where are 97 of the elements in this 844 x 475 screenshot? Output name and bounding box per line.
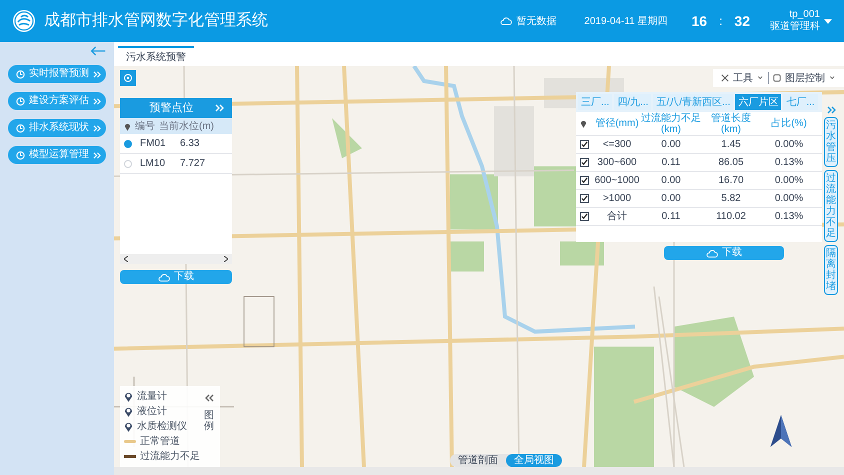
table-cell-text: 0.11	[660, 156, 682, 170]
caret-icon[interactable]	[824, 18, 832, 24]
user-name[interactable]: tp_001	[789, 9, 820, 21]
legend-label: 水质检测仪	[137, 420, 187, 434]
side-tab[interactable]: 过流能力不足	[824, 170, 838, 242]
chevron-icon	[93, 124, 101, 132]
legend-label: 正常管道	[140, 434, 180, 449]
caret-icon[interactable]	[829, 76, 836, 80]
table-cell-text: 5.82	[720, 192, 742, 206]
scroll-left-icon[interactable]	[124, 256, 128, 262]
pin-icon	[580, 119, 587, 128]
download-button[interactable]: 下载	[120, 270, 232, 284]
table-cell-text: 600~1000	[594, 174, 640, 188]
table-cell-text: 0.11	[660, 210, 682, 224]
map-pin-icon	[124, 391, 133, 402]
tab[interactable]: 三厂...	[578, 94, 612, 110]
side-tab[interactable]: 污水管压	[824, 117, 838, 167]
table-cell-text: 0.13%	[774, 156, 804, 170]
pin-icon	[124, 122, 131, 130]
department-text: 驱道管理科	[770, 21, 820, 33]
table-cell-text: 1.45	[720, 138, 742, 152]
table-cell-text: 0.13%	[774, 210, 804, 224]
column-header: 占比(%)	[770, 118, 808, 129]
checkbox[interactable]	[580, 194, 589, 203]
layers-icon[interactable]	[773, 74, 781, 82]
column-header: 管径(mm)	[594, 118, 640, 129]
tab[interactable]: 五/八/青新西区...	[653, 94, 734, 110]
cloud-icon	[158, 272, 170, 282]
tab[interactable]: 四/九...	[614, 94, 652, 110]
legend-label: 流量计	[137, 390, 167, 404]
column-header: 过流能力不足(km)	[640, 112, 702, 134]
radio-button[interactable]	[124, 160, 132, 168]
view-toggle[interactable]: 管道剖面	[450, 454, 506, 467]
clock-separator: :	[719, 13, 722, 30]
radio-button[interactable]	[124, 140, 132, 148]
locate-button[interactable]	[120, 70, 136, 86]
north-arrow-icon	[770, 415, 792, 447]
table-cell-text: 0.00%	[774, 138, 804, 152]
download-button[interactable]: 下载	[664, 246, 784, 260]
legend-label: 液位计	[137, 404, 167, 419]
panel-title: 预警点位	[148, 100, 194, 116]
table-cell-text: >1000	[602, 192, 632, 206]
clock-hour: 16	[692, 12, 708, 30]
view-toggle[interactable]: 全局视图	[506, 454, 562, 467]
table-cell-text: 合计	[606, 210, 628, 224]
menu-button[interactable]: 建设方案评估	[8, 92, 106, 110]
table-cell-text: 110.02	[715, 210, 747, 224]
weather-text: 暂无数据	[516, 14, 556, 28]
menu-button[interactable]: 实时报警预测	[8, 65, 106, 83]
app-title: 成都市排水管网数字化管理系统	[44, 10, 268, 31]
checkbox[interactable]	[580, 176, 589, 185]
cloud-icon	[706, 248, 718, 258]
table-cell-text: <=300	[602, 138, 632, 152]
legend-title: 图例	[204, 410, 214, 432]
expand-icon[interactable]	[826, 106, 836, 114]
chevron-icon	[93, 152, 101, 158]
menu-button[interactable]: 排水系统现状	[8, 119, 106, 137]
table-cell-text: 7.727	[180, 157, 206, 171]
table-cell-text: 16.70	[717, 174, 745, 188]
table-cell-text: 86.05	[717, 156, 745, 170]
checkbox[interactable]	[580, 140, 589, 149]
layers-dropdown[interactable]: 图层控制	[785, 70, 825, 86]
tab[interactable]: 六厂片区	[735, 94, 782, 110]
caret-icon[interactable]	[757, 76, 764, 80]
table-row[interactable]: LM10 7.727	[120, 154, 232, 174]
scroll-bar[interactable]	[120, 254, 232, 264]
target-icon	[123, 73, 133, 83]
column-header: 当前水位(m)	[159, 120, 214, 134]
table-row[interactable]: FM01 6.33	[120, 134, 232, 154]
column-header: 管道长度(km)	[710, 112, 752, 134]
table-cell-text: 0.00	[660, 192, 682, 206]
map-pin-icon	[124, 421, 133, 432]
table-cell-text: 300~600	[596, 156, 638, 170]
tools-dropdown[interactable]: 工具	[733, 70, 753, 86]
tab[interactable]: 七厂...	[783, 94, 818, 110]
column-header: 编号	[135, 120, 155, 134]
cloud-icon	[500, 16, 512, 26]
clock-minute: 32	[734, 12, 750, 30]
chevron-icon	[93, 70, 101, 78]
table-cell-text: 0.00	[660, 174, 682, 188]
table-cell-text: 0.00%	[774, 192, 804, 206]
side-tab[interactable]: 隔离封堵	[824, 245, 838, 295]
table-cell-text: 6.33	[180, 137, 200, 151]
checkbox[interactable]	[580, 212, 589, 221]
date-text: 2019-04-11 星期四	[584, 14, 668, 28]
checkbox[interactable]	[580, 158, 589, 167]
table-cell-text: 0.00	[660, 138, 682, 152]
menu-button[interactable]: 模型运算管理	[8, 146, 106, 164]
table-cell-text: FM01	[140, 137, 167, 151]
table-cell-text: 0.00%	[774, 174, 804, 188]
scroll-right-icon[interactable]	[224, 256, 228, 262]
chevron-icon	[93, 98, 101, 104]
logo-icon	[12, 9, 36, 33]
collapse-icon[interactable]	[204, 394, 214, 402]
table-cell-text: LM10	[140, 157, 166, 171]
legend-label: 过流能力不足	[140, 450, 200, 464]
map-pin-icon	[124, 406, 133, 417]
